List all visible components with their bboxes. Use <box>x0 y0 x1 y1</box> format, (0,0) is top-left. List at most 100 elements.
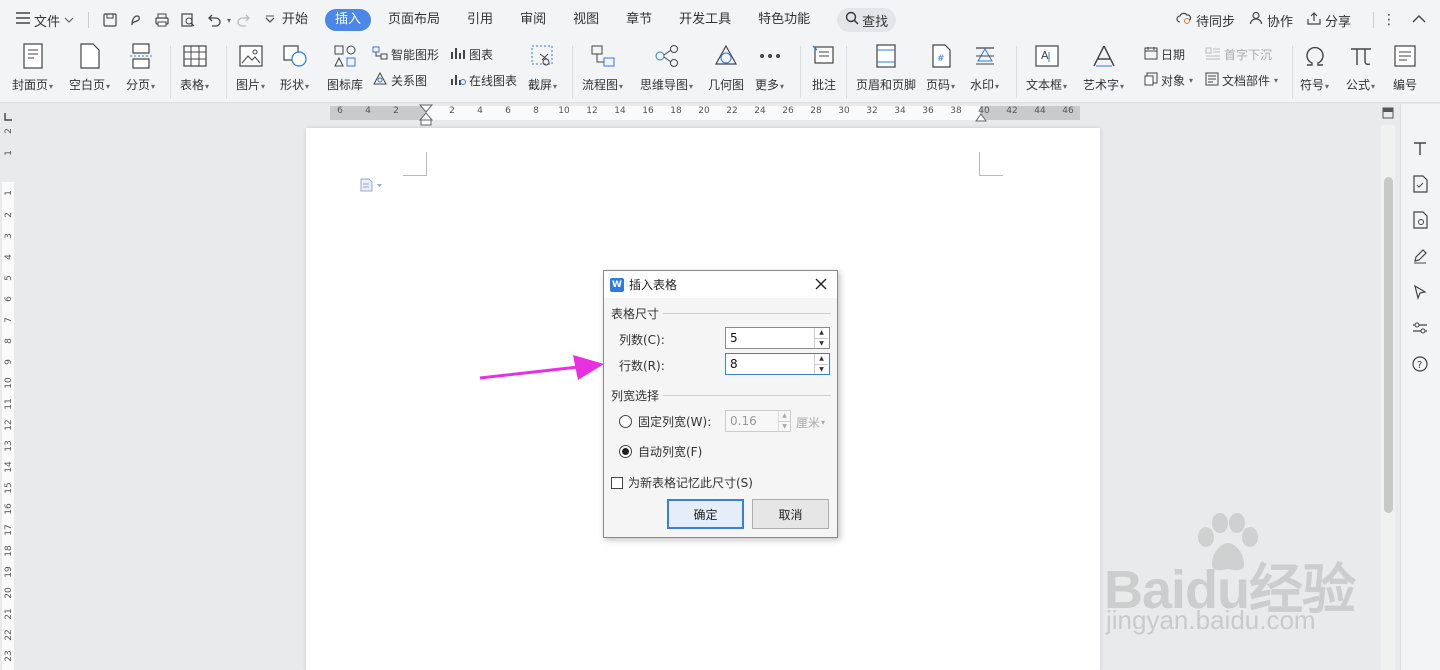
watermark-button[interactable]: 水印▾ <box>970 42 999 93</box>
ruler-tick-label: 7 <box>4 317 14 323</box>
screenshot-button[interactable]: 截屏▾ <box>528 42 557 93</box>
auto-width-option[interactable]: 自动列宽(F) <box>619 443 702 460</box>
rows-input[interactable] <box>726 354 814 374</box>
columns-stepper[interactable]: ▲▼ <box>725 327 830 349</box>
collaborate-button[interactable]: 协作 <box>1249 11 1293 30</box>
horizontal-ruler[interactable]: 6 4 2 2 4 6 8 10 12 14 16 18 20 22 24 26 28 30 32 34 36 38 40 4… <box>0 104 1400 126</box>
remember-size-option[interactable]: 为新表格记忆此尺寸(S) <box>611 474 753 491</box>
print-preview-icon[interactable] <box>180 12 196 28</box>
share-button[interactable]: 分享 <box>1307 11 1351 30</box>
ruler-tick-label: 17 <box>4 524 14 536</box>
doc-parts-button[interactable]: 文档部件 ▾ <box>1205 72 1278 89</box>
numbering-button[interactable]: 编号 <box>1391 42 1419 93</box>
geometry-icon <box>712 42 740 70</box>
more-button[interactable]: 更多▾ <box>755 42 784 93</box>
smart-art-icon <box>372 46 388 63</box>
word-art-button[interactable]: 艺术字▾ <box>1083 42 1124 93</box>
margin-corner <box>979 152 1003 176</box>
redo-icon[interactable] <box>236 12 252 28</box>
decrement-icon[interactable]: ▼ <box>815 338 828 349</box>
object-button[interactable]: 对象 ▾ <box>1144 72 1193 89</box>
cover-page-button[interactable]: 封面页▾ <box>12 42 53 93</box>
auto-width-radio[interactable] <box>619 445 632 458</box>
tab-developer[interactable]: 开发工具 <box>679 9 731 31</box>
shape-button[interactable]: 形状▾ <box>280 42 309 93</box>
relation-chart-button[interactable]: 关系图 <box>372 71 427 89</box>
more-options-icon[interactable]: ⋮ <box>1382 12 1396 28</box>
icon-library-button[interactable]: 图标库 <box>327 42 363 93</box>
online-chart-button[interactable]: 在线图表 <box>450 72 517 89</box>
header-footer-button[interactable]: 页眉和页脚 <box>856 42 916 93</box>
fixed-width-option[interactable]: 固定列宽(W): <box>619 413 711 430</box>
cursor-icon[interactable] <box>1409 281 1431 303</box>
print-icon[interactable] <box>154 12 170 28</box>
sync-button[interactable]: 待同步 <box>1176 11 1235 30</box>
chevron-down-icon[interactable]: ▾ <box>227 16 231 25</box>
unit-select[interactable]: 厘米 ▾ <box>796 414 825 431</box>
tab-references[interactable]: 引用 <box>467 9 493 31</box>
text-style-icon[interactable] <box>1409 137 1431 159</box>
export-pdf-icon[interactable] <box>128 12 144 28</box>
document-settings-icon[interactable] <box>1409 209 1431 231</box>
object-icon <box>1144 72 1158 89</box>
mind-map-button[interactable]: 思维导图▾ <box>640 42 693 93</box>
right-indent-marker-icon[interactable] <box>975 110 987 122</box>
drop-cap-button[interactable]: 首字下沉 <box>1205 46 1272 63</box>
sliders-icon[interactable] <box>1409 317 1431 339</box>
fixed-width-radio[interactable] <box>619 415 632 428</box>
chart-button[interactable]: 图表 <box>450 46 493 63</box>
undo-icon[interactable] <box>206 12 222 28</box>
indent-marker-icon[interactable] <box>419 104 433 126</box>
split-view-icon[interactable] <box>1382 107 1394 119</box>
fixed-width-input[interactable] <box>726 411 778 431</box>
tab-page-layout[interactable]: 页面布局 <box>388 9 440 31</box>
increment-icon[interactable]: ▲ <box>779 411 790 421</box>
fixed-width-stepper[interactable]: ▲▼ <box>725 410 791 432</box>
tab-special-features[interactable]: 特色功能 <box>758 9 810 31</box>
rows-stepper[interactable]: ▲▼ <box>725 353 830 375</box>
insert-table-dialog: W 插入表格 表格尺寸 列数(C): ▲▼ 行数(R): ▲▼ 列宽选择 固定列… <box>603 270 838 538</box>
page-break-button[interactable]: 分页▾ <box>126 42 155 93</box>
decrement-icon[interactable]: ▼ <box>815 364 828 375</box>
search-box[interactable]: 查找 <box>837 8 897 32</box>
collapse-ribbon-icon[interactable] <box>1412 13 1426 27</box>
scroll-thumb[interactable] <box>1384 177 1393 513</box>
customize-toolbar-icon[interactable] <box>262 12 278 28</box>
tab-stop-icon[interactable] <box>3 112 13 122</box>
increment-icon[interactable]: ▲ <box>815 328 828 338</box>
page-number-button[interactable]: # 页码▾ <box>926 42 955 93</box>
symbol-button[interactable]: 符号▾ <box>1300 42 1329 93</box>
help-icon[interactable]: ? <box>1409 353 1431 375</box>
date-button[interactable]: 日期 <box>1144 46 1185 63</box>
close-icon[interactable] <box>813 276 829 292</box>
text-box-button[interactable]: A 文本框▾ <box>1026 42 1067 93</box>
tab-review[interactable]: 审阅 <box>520 9 546 31</box>
geometry-button[interactable]: 几何图 <box>708 42 744 93</box>
comment-label: 批注 <box>811 78 836 92</box>
cancel-button[interactable]: 取消 <box>752 499 829 529</box>
table-button[interactable]: 表格▾ <box>180 42 209 93</box>
document-check-icon[interactable] <box>1409 173 1431 195</box>
smart-art-button[interactable]: 智能图形 <box>372 46 439 63</box>
pen-icon[interactable] <box>1409 245 1431 267</box>
decrement-icon[interactable]: ▼ <box>779 421 790 432</box>
file-menu[interactable]: 文件 <box>10 11 80 30</box>
comment-button[interactable]: 批注 <box>810 42 838 93</box>
formula-button[interactable]: 公式▾ <box>1346 42 1375 93</box>
tab-insert[interactable]: 插入 <box>325 9 372 31</box>
vertical-ruler[interactable]: 2 1 1 2 3 4 5 6 7 8 9 10 11 12 13 14 15 16 17 18 19 20 21 22 23 <box>0 110 16 670</box>
paragraph-options-icon[interactable] <box>360 178 384 192</box>
blank-page-button[interactable]: 空白页▾ <box>69 42 110 93</box>
tab-chapter[interactable]: 章节 <box>626 9 652 31</box>
dialog-titlebar[interactable]: W 插入表格 <box>604 271 837 298</box>
divider <box>572 46 573 98</box>
flowchart-button[interactable]: 流程图▾ <box>582 42 623 93</box>
columns-input[interactable] <box>726 328 814 348</box>
remember-size-checkbox[interactable] <box>611 476 623 489</box>
increment-icon[interactable]: ▲ <box>815 354 828 364</box>
picture-button[interactable]: 图片▾ <box>236 42 265 93</box>
ok-button[interactable]: 确定 <box>667 499 744 529</box>
save-icon[interactable] <box>102 12 118 28</box>
tab-home[interactable]: 开始 <box>282 9 308 31</box>
tab-view[interactable]: 视图 <box>573 9 599 31</box>
